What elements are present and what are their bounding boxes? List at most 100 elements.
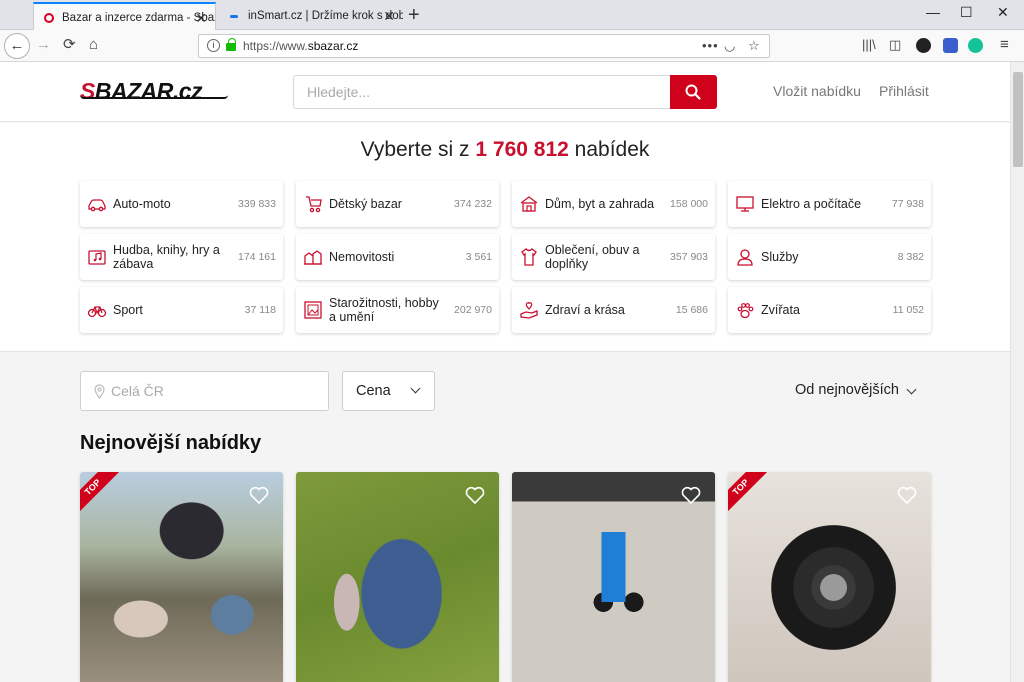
category-name: Sport [113, 303, 143, 317]
site-info-icon[interactable]: i [207, 39, 220, 52]
back-arrow-icon[interactable]: ← [4, 33, 30, 59]
logo-text: BAZAR.cz [94, 78, 203, 104]
reload-icon[interactable]: ⟳ [63, 35, 76, 55]
listing-card[interactable]: TOP [80, 472, 283, 682]
hamburger-menu-icon[interactable]: ≡ [1000, 35, 1009, 55]
category-name: Zdraví a krása [545, 303, 625, 317]
bookmark-star-icon[interactable]: ☆ [748, 36, 760, 56]
price-filter-dropdown[interactable]: Cena [342, 371, 435, 411]
library-icon[interactable]: |||\ [862, 35, 876, 55]
category-sluzby[interactable]: Služby 8 382 [728, 234, 931, 280]
sbazar-logo[interactable]: SBAZAR.cz [80, 78, 203, 105]
category-count: 357 903 [670, 251, 708, 263]
maximize-window-icon[interactable]: ☐ [960, 4, 973, 21]
extension-dark-icon[interactable] [916, 38, 931, 53]
listing-card[interactable] [512, 472, 715, 682]
browser-tab-insmart[interactable]: inSmart.cz | Držíme krok s dobou ✕ [220, 2, 403, 30]
browser-tab-bar: Bazar a inzerce zdarma - Sbazar.cz ✕ inS… [0, 0, 1024, 31]
category-sport[interactable]: Sport 37 118 [80, 287, 283, 333]
address-bar[interactable]: i https://www.sbazar.cz ••• ◡ ☆ [198, 34, 770, 58]
car-icon [88, 199, 106, 212]
site-favicon-icon [44, 13, 54, 23]
bicycle-icon [87, 306, 107, 318]
category-name: Zvířata [761, 303, 800, 317]
listing-card[interactable] [296, 472, 499, 682]
heart-favorite-icon[interactable] [465, 486, 485, 504]
close-tab-icon[interactable]: ✕ [195, 4, 207, 31]
home-icon[interactable]: ⌂ [89, 35, 98, 55]
tab-title: Bazar a inzerce zdarma - Sbazar.cz [62, 12, 215, 24]
site-header: SBAZAR.cz Vložit nabídku Přihlásit [0, 62, 1010, 122]
chevron-down-icon [906, 384, 917, 395]
category-count: 374 232 [454, 198, 492, 210]
address-url[interactable]: https://www.sbazar.cz [243, 35, 358, 57]
logo-accent-letter: S [80, 78, 95, 104]
category-count: 3 561 [465, 251, 492, 263]
tab-title: inSmart.cz | Držíme krok s dobou [248, 10, 403, 22]
category-count: 8 382 [897, 251, 924, 263]
category-obleceni-obuv[interactable]: Oblečení, obuv a doplňky 357 903 [512, 234, 715, 280]
page-actions-icon[interactable]: ••• [702, 36, 719, 56]
category-name: Nemovitosti [329, 250, 395, 264]
location-pin-icon [94, 384, 105, 399]
search-icon [685, 84, 701, 100]
forward-arrow-icon[interactable]: → [36, 35, 51, 55]
person-service-icon [737, 249, 753, 266]
newest-offers-heading: Nejnovější nabídky [80, 432, 262, 454]
category-elektro-pocitace[interactable]: Elektro a počítače 77 938 [728, 181, 931, 227]
category-count: 77 938 [891, 198, 924, 210]
browser-tab-sbazar[interactable]: Bazar a inzerce zdarma - Sbazar.cz ✕ [33, 2, 216, 31]
pocket-icon[interactable]: ◡ [724, 36, 735, 56]
chevron-down-icon [410, 383, 421, 394]
location-filter [80, 371, 329, 411]
shirt-icon [521, 248, 537, 266]
category-dum-byt-zahrada[interactable]: Dům, byt a zahrada 158 000 [512, 181, 715, 227]
heading-suffix: nabídek [574, 138, 650, 161]
category-count: 15 686 [675, 304, 708, 316]
category-zdravi-krasa[interactable]: Zdraví a krása 15 686 [512, 287, 715, 333]
scrollbar-thumb[interactable] [1013, 72, 1023, 167]
offers-count-heading: Vyberte si z 1 760 812 nabídek [0, 138, 1010, 162]
category-name: Dům, byt a zahrada [545, 197, 655, 211]
listing-card[interactable]: TOP [728, 472, 931, 682]
secure-lock-icon [226, 38, 236, 51]
category-hudba-knihy-hry[interactable]: Hudba, knihy, hry a zábava 174 161 [80, 234, 283, 280]
category-auto-moto[interactable]: Auto-moto 339 833 [80, 181, 283, 227]
page-content: SBAZAR.cz Vložit nabídku Přihlásit Vyber… [0, 62, 1010, 682]
search-box [293, 75, 717, 109]
page-scrollbar[interactable] [1010, 62, 1024, 682]
monitor-icon [736, 196, 754, 212]
sidebar-toggle-icon[interactable]: ◫ [889, 35, 901, 55]
sort-dropdown[interactable]: Od nejnovějších [795, 382, 917, 398]
new-tab-plus-icon[interactable]: + [408, 3, 420, 27]
url-prefix: https://www. [243, 39, 308, 53]
category-name: Elektro a počítače [761, 197, 862, 211]
location-input[interactable] [111, 372, 311, 410]
heart-favorite-icon[interactable] [897, 486, 917, 504]
category-name: Starožitnosti, hobby a umění [329, 296, 439, 324]
category-zvirata[interactable]: Zvířata 11 052 [728, 287, 931, 333]
close-tab-icon[interactable]: ✕ [383, 2, 395, 30]
category-detsky-bazar[interactable]: Dětský bazar 374 232 [296, 181, 499, 227]
search-input[interactable] [294, 76, 670, 108]
category-name: Hudba, knihy, hry a zábava [113, 243, 220, 271]
category-nemovitosti[interactable]: Nemovitosti 3 561 [296, 234, 499, 280]
house-icon [520, 196, 538, 212]
category-count: 202 970 [454, 304, 492, 316]
post-offer-link[interactable]: Vložit nabídku [773, 83, 861, 99]
sort-label: Od nejnovějších [795, 382, 899, 398]
buildings-icon [304, 250, 322, 265]
search-button[interactable] [670, 75, 717, 109]
paw-icon [737, 303, 754, 319]
category-starozitnosti-hobby[interactable]: Starožitnosti, hobby a umění 202 970 [296, 287, 499, 333]
login-link[interactable]: Přihlásit [879, 83, 929, 99]
browser-nav-bar: ← → ⟳ ⌂ i https://www.sbazar.cz ••• ◡ ☆ … [0, 30, 1024, 62]
grammarly-icon[interactable] [968, 38, 983, 53]
picture-frame-icon [304, 301, 322, 319]
heart-favorite-icon[interactable] [249, 486, 269, 504]
heart-favorite-icon[interactable] [681, 486, 701, 504]
extension-blue-icon[interactable] [943, 38, 958, 53]
category-name: Dětský bazar [329, 197, 402, 211]
close-window-icon[interactable]: ✕ [997, 4, 1009, 21]
minimize-window-icon[interactable]: — [926, 4, 940, 20]
